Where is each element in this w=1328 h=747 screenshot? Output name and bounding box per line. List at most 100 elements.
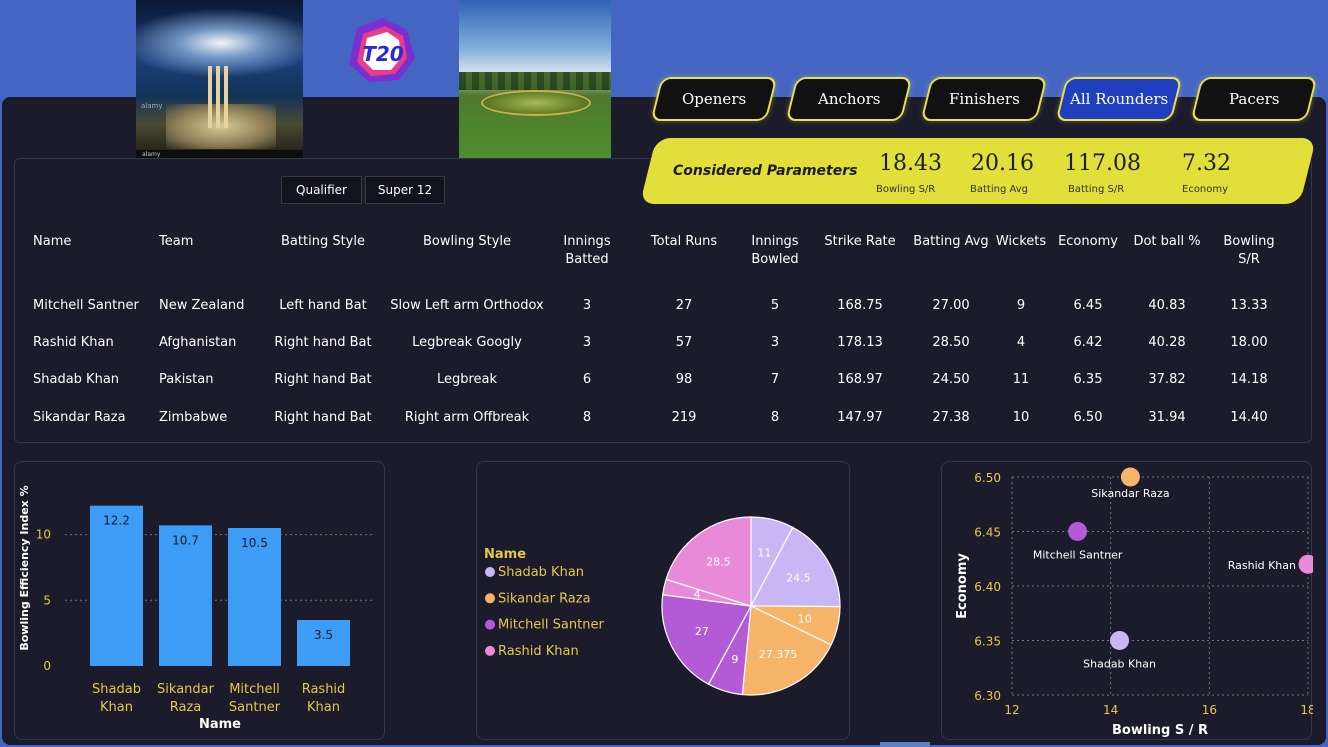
scatter-xtick-label: 16 xyxy=(1202,703,1217,717)
table-header-2[interactable]: Batting Style xyxy=(281,233,365,251)
economy-vs-sr-scatter-chart: 6.30 6.35 6.40 6.45 6.50 12 14 16 18 Sikandar Raz… xyxy=(955,467,1318,738)
table-cell-r1-c1: Afghanistan xyxy=(159,335,237,350)
super12-filter-button[interactable]: Super 12 xyxy=(365,176,445,204)
nav-pacers-button[interactable]: Pacers xyxy=(1190,77,1318,121)
scatter-ytick-label: 6.50 xyxy=(974,471,1001,485)
table-cell-r1-c9: 4 xyxy=(1016,335,1026,350)
table-header-11[interactable]: Dot ball % xyxy=(1133,233,1200,251)
scatter-ytick-label: 6.35 xyxy=(974,635,1001,649)
scatter-ytick-label: 6.40 xyxy=(974,580,1001,594)
param-economy-label: Economy xyxy=(1182,184,1229,195)
scatter-point-0 xyxy=(1120,467,1140,487)
table-header-0[interactable]: Name xyxy=(33,233,71,251)
table-cell-r0-c9: 9 xyxy=(1016,298,1026,313)
table-cell-r0-c5: 27 xyxy=(675,298,693,313)
table-cell-r0-c0: Mitchell Santner xyxy=(33,298,139,313)
table-cell-r2-c5: 98 xyxy=(675,372,693,387)
pie-legend-marker xyxy=(485,645,495,656)
bar-category-label: Rashid xyxy=(302,682,346,697)
economy-vs-sr-scatter-card: 6.30 6.35 6.40 6.45 6.50 12 14 16 18 Sikandar Raz… xyxy=(941,461,1318,740)
bar-0 xyxy=(90,505,143,666)
table-header-8[interactable]: Batting Avg xyxy=(913,233,988,251)
table-cell-r2-c9: 11 xyxy=(1012,372,1030,387)
table-header-12[interactable]: Bowling S/R xyxy=(1223,233,1274,269)
table-cell-r2-c0: Shadab Khan xyxy=(33,372,120,387)
bar-yaxis-title: Bowling Efficiency Index % xyxy=(18,485,31,650)
pie-slice-label: 9 xyxy=(731,653,738,666)
table-header-9[interactable]: Wickets xyxy=(996,233,1046,251)
table-cell-r3-c2: Right hand Bat xyxy=(274,410,372,425)
pie-legend-marker xyxy=(485,593,495,604)
table-cell-r0-c2: Left hand Bat xyxy=(279,298,367,313)
scatter-point-label: Rashid Khan xyxy=(1228,559,1296,572)
table-header-1[interactable]: Team xyxy=(159,233,193,251)
bar-ytick-label: 5 xyxy=(43,593,51,607)
page-indicator xyxy=(880,742,930,747)
table-cell-r3-c11: 31.94 xyxy=(1148,410,1186,425)
stadium-night-image: alamy alamy xyxy=(136,0,303,159)
bar-ytick-label: 0 xyxy=(43,659,51,673)
watermark-text: alamy xyxy=(141,102,163,110)
bar-category-label: Khan xyxy=(307,700,340,715)
param-bowling-sr-label: Bowling S/R xyxy=(876,184,936,195)
scatter-xaxis-title: Bowling S / R xyxy=(1112,723,1208,738)
table-cell-r2-c10: 6.35 xyxy=(1073,372,1103,387)
pie-slice-label: 27 xyxy=(695,625,709,638)
table-cell-r3-c4: 8 xyxy=(582,410,592,425)
pie-legend-title: Name xyxy=(484,547,526,562)
pie-legend-marker xyxy=(485,619,495,630)
scatter-ytick-label: 6.45 xyxy=(974,526,1001,540)
pie-slice-label: 10 xyxy=(798,613,812,626)
svg-text:T20: T20 xyxy=(362,42,404,66)
bar-category-label: Sikandar xyxy=(157,682,215,697)
bar-3 xyxy=(297,620,350,666)
bar-value-label: 3.5 xyxy=(314,628,333,642)
table-cell-r3-c9: 10 xyxy=(1012,410,1030,425)
table-cell-r2-c12: 14.18 xyxy=(1230,372,1268,387)
table-header-10[interactable]: Economy xyxy=(1058,233,1118,251)
table-cell-r2-c3: Legbreak xyxy=(436,372,498,387)
scatter-point-label: Mitchell Santner xyxy=(1033,549,1123,562)
table-cell-r2-c1: Pakistan xyxy=(159,372,214,387)
pie-slice-label: 28.5 xyxy=(706,556,731,569)
bar-category-label: Raza xyxy=(170,700,202,715)
pie-slice-label: 24.5 xyxy=(786,572,811,585)
nav-anchors-button[interactable]: Anchors xyxy=(785,77,913,121)
share-pie-chart: Name Shadab Khan Sikandar Raza Mitchell San… xyxy=(484,516,841,696)
scatter-yaxis-title: Economy xyxy=(955,553,970,619)
pie-legend-label: Shadab Khan xyxy=(498,565,584,580)
table-cell-r2-c8: 24.50 xyxy=(932,372,970,387)
table-cell-r3-c10: 6.50 xyxy=(1073,410,1103,425)
nav-openers-button[interactable]: Openers xyxy=(650,77,778,121)
nav-finishers-button[interactable]: Finishers xyxy=(920,77,1048,121)
table-cell-r0-c7: 168.75 xyxy=(837,298,883,313)
table-cell-r3-c6: 8 xyxy=(770,410,780,425)
param-batting-avg-value: 20.16 xyxy=(971,151,1034,176)
qualifier-filter-button[interactable]: Qualifier xyxy=(281,176,362,204)
table-cell-r1-c5: 57 xyxy=(675,335,693,350)
t20-logo: T20 xyxy=(303,0,459,97)
scatter-point-label: Sikandar Raza xyxy=(1091,487,1169,500)
bowling-efficiency-bar-chart: 0 5 10 12.2 Shadab Khan 10.7 Sikandar Raza 10.5 Mi… xyxy=(18,485,375,732)
pie-slice-label: 11 xyxy=(757,546,771,559)
table-header-7[interactable]: Strike Rate xyxy=(824,233,895,251)
table-cell-r3-c7: 147.97 xyxy=(837,410,883,425)
parameters-title: Considered Parameters xyxy=(673,163,858,179)
table-cell-r1-c0: Rashid Khan xyxy=(33,335,114,350)
bar-xaxis-title: Name xyxy=(199,717,241,732)
pie-legend-marker xyxy=(485,567,495,577)
table-header-6[interactable]: Innings Bowled xyxy=(751,233,798,269)
pie-legend-label: Rashid Khan xyxy=(498,644,579,659)
table-header-4[interactable]: Innings Batted xyxy=(563,233,610,269)
table-header-5[interactable]: Total Runs xyxy=(651,233,717,251)
table-cell-r3-c5: 219 xyxy=(671,410,697,425)
scatter-xtick-label: 12 xyxy=(1004,703,1019,717)
param-batting-avg-label: Batting Avg xyxy=(970,184,1028,195)
table-header-3[interactable]: Bowling Style xyxy=(423,233,511,251)
param-bowling-sr-value: 18.43 xyxy=(879,151,942,176)
table-cell-r3-c1: Zimbabwe xyxy=(159,410,228,425)
nav-all-rounders-button[interactable]: All Rounders xyxy=(1055,77,1183,121)
scatter-point-3 xyxy=(1110,631,1130,650)
table-cell-r0-c6: 5 xyxy=(770,298,780,313)
table-cell-r1-c3: Legbreak Googly xyxy=(412,335,522,350)
